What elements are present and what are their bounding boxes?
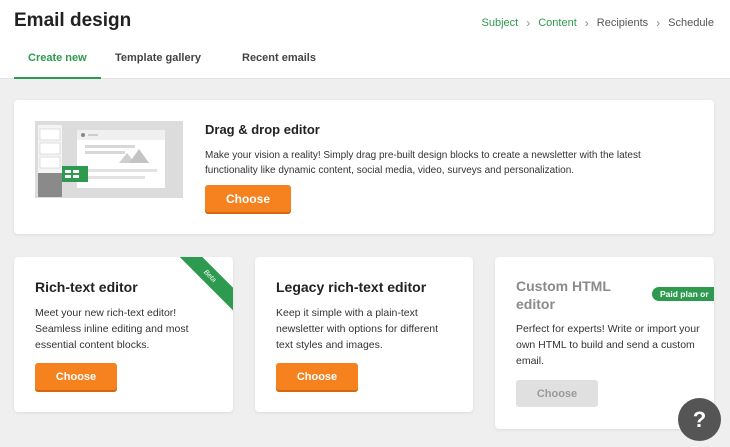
help-button[interactable]: ? [678,398,721,441]
progress-steps: Subject › Content › Recipients › Schedul… [482,16,714,30]
drag-drop-title: Drag & drop editor [205,122,320,137]
legacy-description: Keep it simple with a plain-text newslet… [276,307,439,351]
drag-drop-description: Make your vision a reality! Simply drag … [205,150,641,176]
chevron-right-icon: › [584,16,589,30]
legacy-choose-button[interactable]: Choose [276,363,358,390]
drag-drop-illustration [35,121,183,198]
legacy-editor-card: Legacy rich-text editor Keep it simple w… [255,257,473,412]
drag-drop-choose-button[interactable]: Choose [205,185,291,212]
rich-text-choose-button[interactable]: Choose [35,363,117,390]
chevron-right-icon: › [526,16,531,30]
page-title: Email design [14,10,132,31]
custom-html-title: Custom HTML editor [516,278,611,312]
step-content[interactable]: Content [538,17,577,29]
drag-drop-editor-card: Drag & drop editor Make your vision a re… [14,100,714,234]
tab-recent-emails[interactable]: Recent emails [228,46,330,79]
custom-html-editor-card: Custom HTML editor Paid plan or Perfect … [495,257,714,429]
tab-bar: Create new Template gallery Recent email… [14,46,330,79]
chevron-right-icon: › [656,16,661,30]
custom-html-description: Perfect for experts! Write or import you… [516,323,700,367]
paid-plan-badge: Paid plan or [652,287,714,301]
tab-template-gallery[interactable]: Template gallery [101,46,228,79]
rich-text-title: Rich-text editor [35,279,138,295]
top-bar: Email design Subject › Content › Recipie… [0,0,730,79]
legacy-title: Legacy rich-text editor [276,279,427,295]
step-schedule[interactable]: Schedule [668,17,714,29]
step-recipients[interactable]: Recipients [597,17,648,29]
rich-text-description: Meet your new rich-text editor! Seamless… [35,307,189,351]
step-subject[interactable]: Subject [482,17,519,29]
editor-preview-icon [35,121,183,198]
tab-create-new[interactable]: Create new [14,46,101,79]
rich-text-editor-card: Beta Rich-text editor Meet your new rich… [14,257,233,412]
custom-html-choose-button: Choose [516,380,598,407]
